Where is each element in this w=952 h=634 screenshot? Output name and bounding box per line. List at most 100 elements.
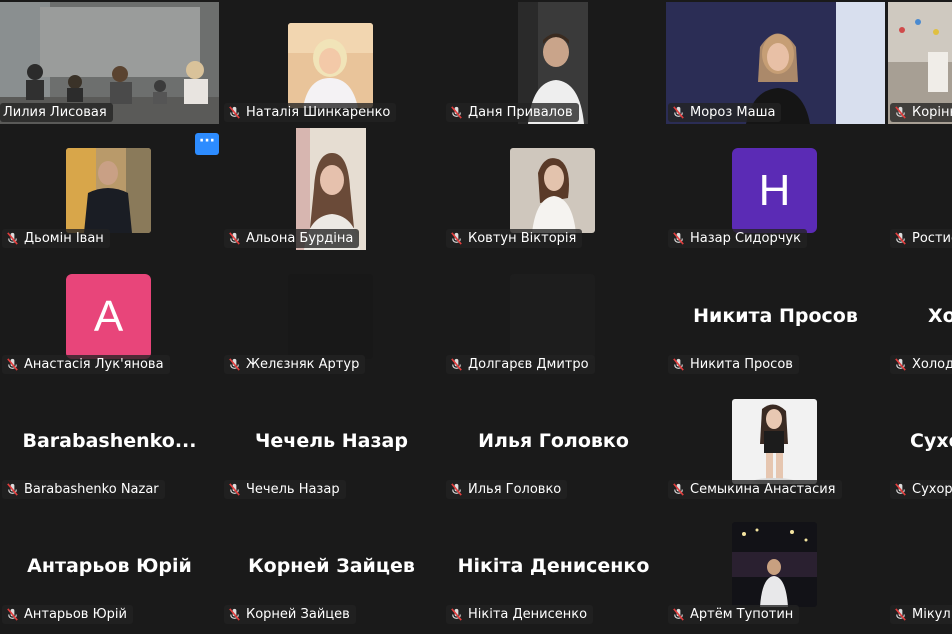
participant-photo xyxy=(732,399,817,484)
participant-display-name: Чечель Назар xyxy=(255,430,408,452)
participant-name-label: Корінн xyxy=(890,103,952,122)
muted-mic-icon xyxy=(673,483,684,496)
participant-name-label: Ковтун Вікторія xyxy=(446,229,583,248)
participant-tile[interactable]: Альона Бурдіна xyxy=(222,128,441,250)
participant-name: Альона Бурдіна xyxy=(246,231,354,246)
participant-display-name: Сухо xyxy=(910,430,952,452)
participant-tile[interactable]: H Назар Сидорчук xyxy=(666,128,885,250)
avatar: A xyxy=(66,274,151,359)
participant-tile[interactable]: Корней Зайцев Корней Зайцев xyxy=(222,504,441,626)
participant-tile[interactable]: Ростис xyxy=(888,128,952,250)
avatar: H xyxy=(732,148,817,233)
more-options-button[interactable]: ··· xyxy=(195,133,219,155)
participant-tile[interactable]: Ковтун Вікторія xyxy=(444,128,663,250)
muted-mic-icon xyxy=(451,608,462,621)
muted-mic-icon xyxy=(7,232,18,245)
participant-tile[interactable]: Семыкина Анастасия xyxy=(666,379,885,501)
muted-mic-icon xyxy=(451,358,462,371)
participant-tile[interactable]: Желєзняк Артур xyxy=(222,254,441,376)
participant-tile[interactable]: Мороз Маша xyxy=(666,2,885,124)
participant-tile[interactable]: Мікул xyxy=(888,504,952,626)
participant-name-label: Антарьов Юрій xyxy=(2,605,133,624)
participant-tile[interactable]: Нікіта Денисенко Нікіта Денисенко xyxy=(444,504,663,626)
participant-photo xyxy=(510,274,595,359)
participant-name-label: Холод xyxy=(890,355,952,374)
muted-mic-icon xyxy=(451,483,462,496)
muted-mic-icon xyxy=(229,483,240,496)
participant-name-label: Долгарєв Дмитро xyxy=(446,355,595,374)
participant-tile[interactable]: Дьомін Іван xyxy=(0,128,219,250)
participant-name-label: Мороз Маша xyxy=(668,103,782,122)
participant-name-label: Ростис xyxy=(890,229,952,248)
participant-display-name: Корней Зайцев xyxy=(248,555,415,577)
participant-name: Семыкина Анастасия xyxy=(690,482,836,497)
participant-name-label: Альона Бурдіна xyxy=(224,229,360,248)
participant-name: Антарьов Юрій xyxy=(24,607,127,622)
participant-name-label: Наталія Шинкаренко xyxy=(224,103,397,122)
participant-name: Назар Сидорчук xyxy=(690,231,801,246)
participant-photo xyxy=(510,148,595,233)
participant-name-label: Сухору xyxy=(890,480,952,499)
participant-name: Мороз Маша xyxy=(690,105,776,120)
participant-tile[interactable]: Илья Головко Илья Головко xyxy=(444,379,663,501)
participant-name: Никита Просов xyxy=(690,357,793,372)
participant-tile[interactable]: A Анастасія Лук'янова xyxy=(0,254,219,376)
participant-name: Ковтун Вікторія xyxy=(468,231,577,246)
participant-name: Barabashenko Nazar xyxy=(24,482,159,497)
participant-name-label: Корней Зайцев xyxy=(224,605,356,624)
participant-name: Сухору xyxy=(912,482,952,497)
participant-tile[interactable]: Хо Холод xyxy=(888,254,952,376)
participant-photo xyxy=(732,522,817,607)
participant-tile[interactable]: Антарьов Юрій Антарьов Юрій xyxy=(0,504,219,626)
participant-display-name: Никита Просов xyxy=(693,305,858,327)
participant-name: Илья Головко xyxy=(468,482,562,497)
participant-display-name: Нікіта Денисенко xyxy=(457,555,650,577)
participant-tile[interactable]: Никита Просов Никита Просов xyxy=(666,254,885,376)
muted-mic-icon xyxy=(451,232,462,245)
participant-name: Лилия Лисовая xyxy=(3,105,107,120)
participant-name: Долгарєв Дмитро xyxy=(468,357,589,372)
participant-photo xyxy=(288,23,373,108)
participant-tile[interactable]: Barabashenko... Barabashenko Nazar xyxy=(0,379,219,501)
participant-name-label: Назар Сидорчук xyxy=(668,229,807,248)
muted-mic-icon xyxy=(451,106,462,119)
participant-name: Артём Тупотин xyxy=(690,607,794,622)
participant-name-label: Илья Головко xyxy=(446,480,568,499)
gallery-grid: Лилия Лисовая Наталія Шинкаренко Даня Пр… xyxy=(0,0,952,634)
participant-tile[interactable]: Чечель Назар Чечель Назар xyxy=(222,379,441,501)
participant-tile[interactable]: Корінн xyxy=(888,2,952,124)
participant-tile[interactable]: Даня Привалов xyxy=(444,2,663,124)
participant-name-label: Желєзняк Артур xyxy=(224,355,366,374)
participant-display-name: Антарьов Юрій xyxy=(27,555,192,577)
participant-name: Даня Привалов xyxy=(468,105,573,120)
muted-mic-icon xyxy=(7,358,18,371)
participant-name-label: Никита Просов xyxy=(668,355,799,374)
participant-name-label: Артём Тупотин xyxy=(668,605,800,624)
participant-name-label: Анастасія Лук'янова xyxy=(2,355,170,374)
participant-name: Дьомін Іван xyxy=(24,231,104,246)
participant-name: Анастасія Лук'янова xyxy=(24,357,164,372)
muted-mic-icon xyxy=(673,106,684,119)
muted-mic-icon xyxy=(895,483,906,496)
participant-name: Нікіта Денисенко xyxy=(468,607,588,622)
muted-mic-icon xyxy=(895,106,906,119)
participant-name-label: Мікул xyxy=(890,605,952,624)
participant-tile[interactable]: Лилия Лисовая xyxy=(0,2,219,124)
muted-mic-icon xyxy=(7,483,18,496)
participant-name-label: Barabashenko Nazar xyxy=(2,480,165,499)
participant-name: Чечель Назар xyxy=(246,482,340,497)
participant-tile[interactable]: Долгарєв Дмитро xyxy=(444,254,663,376)
participant-tile[interactable]: Наталія Шинкаренко xyxy=(222,2,441,124)
muted-mic-icon xyxy=(895,358,906,371)
participant-display-name: Хо xyxy=(928,305,952,327)
muted-mic-icon xyxy=(229,106,240,119)
participant-photo xyxy=(66,148,151,233)
muted-mic-icon xyxy=(673,608,684,621)
participant-name-label: Чечель Назар xyxy=(224,480,346,499)
participant-name: Мікул xyxy=(912,607,951,622)
muted-mic-icon xyxy=(229,608,240,621)
participant-tile[interactable]: Сухо Сухору xyxy=(888,379,952,501)
participant-tile[interactable]: Артём Тупотин xyxy=(666,504,885,626)
muted-mic-icon xyxy=(673,232,684,245)
participant-name: Ростис xyxy=(912,231,952,246)
